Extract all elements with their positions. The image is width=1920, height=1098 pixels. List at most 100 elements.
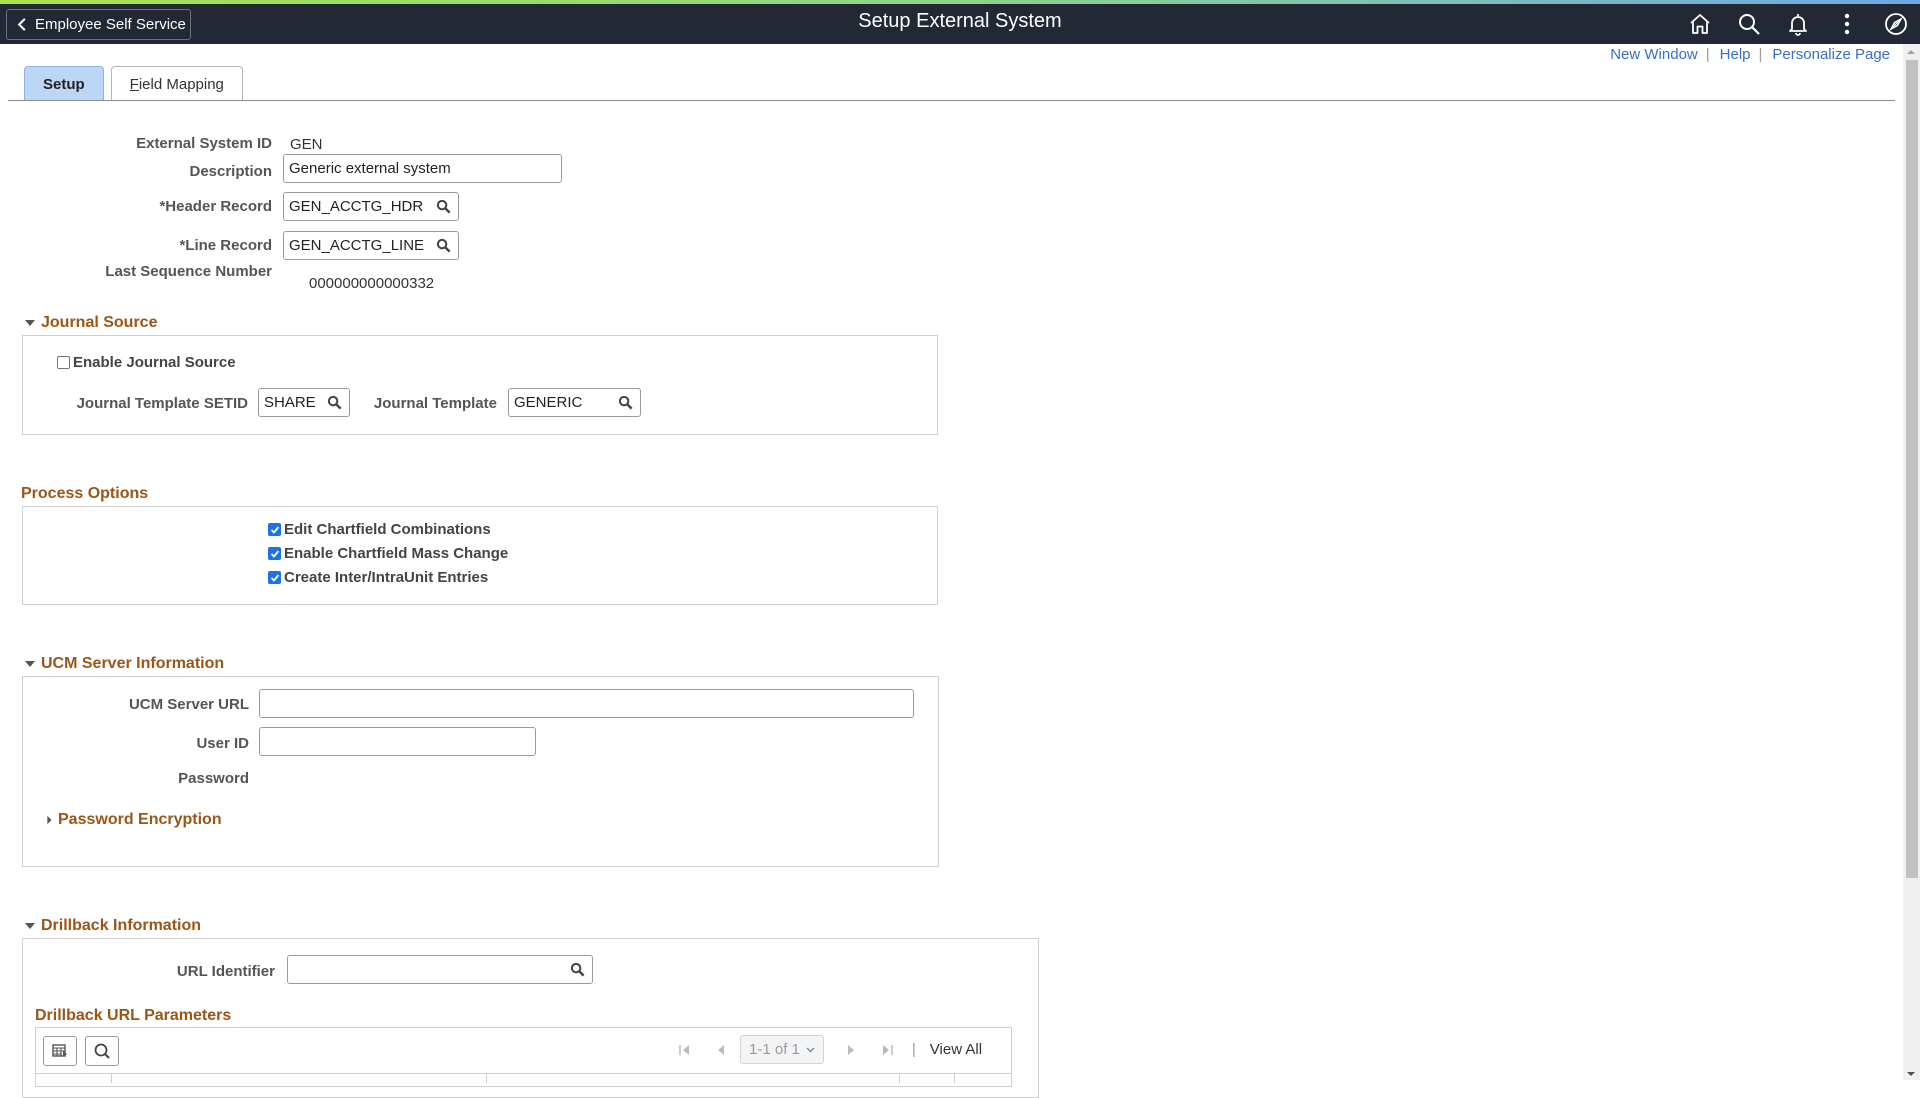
description-input-value: Generic external system [289, 160, 451, 177]
journal-source-box [22, 335, 938, 435]
journal-template-setid-input[interactable]: SHARE [258, 388, 350, 417]
drillback-header[interactable]: Drillback Information [24, 917, 201, 935]
last-sequence-label: Last Sequence Number [105, 263, 272, 280]
grid-column-divider [954, 1073, 955, 1083]
checkbox[interactable] [57, 356, 70, 369]
more-vertical-icon [1844, 13, 1849, 35]
edit-chartfield-combinations-label: Edit Chartfield Combinations [284, 521, 491, 538]
view-all-link[interactable]: View All [930, 1041, 982, 1058]
page-scrollbar[interactable] [1903, 44, 1920, 1080]
bell-icon [1788, 14, 1807, 36]
checkbox[interactable] [268, 571, 281, 584]
header-record-input[interactable]: GEN_ACCTG_HDR [283, 192, 459, 221]
page-range-select[interactable]: 1-1 of 1 [740, 1035, 824, 1064]
checkmark-icon [270, 573, 279, 582]
scroll-up-arrow-icon[interactable] [1907, 50, 1915, 54]
navbar-button[interactable] [1871, 4, 1920, 44]
external-system-id-label: External System ID [136, 135, 272, 152]
collapse-triangle-icon [25, 923, 35, 929]
home-button[interactable] [1675, 4, 1724, 44]
page-range-value: 1-1 of 1 [749, 1041, 800, 1058]
personalize-page-link[interactable]: Personalize Page [1772, 46, 1890, 63]
create-interunit-entries-checkbox[interactable]: Create Inter/IntraUnit Entries [268, 569, 488, 586]
url-identifier-label: URL Identifier [176, 963, 275, 980]
edit-chartfield-combinations-checkbox[interactable]: Edit Chartfield Combinations [268, 521, 491, 538]
previous-page-icon[interactable] [714, 1042, 728, 1058]
enable-chartfield-mass-change-label: Enable Chartfield Mass Change [284, 545, 509, 562]
link-separator: | [1758, 46, 1763, 63]
user-id-input[interactable] [259, 727, 536, 756]
home-icon [1689, 14, 1710, 34]
enable-journal-source-label: Enable Journal Source [73, 354, 236, 371]
next-page-icon[interactable] [844, 1042, 858, 1058]
header-record-lookup-button[interactable] [433, 197, 453, 217]
collapse-triangle-icon [25, 661, 35, 667]
grid-find-button[interactable] [85, 1036, 119, 1066]
grid-personalize-button[interactable] [43, 1036, 77, 1066]
grid-column-divider [899, 1073, 900, 1083]
line-record-label: *Line Record [179, 237, 272, 254]
ucm-server-url-input[interactable] [259, 689, 914, 718]
global-search-button[interactable] [1724, 4, 1773, 44]
line-record-value: GEN_ACCTG_LINE [289, 237, 425, 254]
new-window-link[interactable]: New Window [1610, 46, 1698, 63]
description-input[interactable]: Generic external system [283, 154, 562, 183]
page-links: New Window | Help | Personalize Page [1610, 46, 1890, 63]
tab-setup[interactable]: Setup [24, 66, 104, 101]
create-interunit-entries-label: Create Inter/IntraUnit Entries [284, 569, 489, 586]
drillback-title: Drillback Information [41, 917, 202, 934]
search-icon [94, 1043, 110, 1059]
pager-separator: | [911, 1041, 916, 1058]
grid-pager: 1-1 of 1 | View All [678, 1035, 982, 1064]
link-separator: | [1705, 46, 1710, 63]
ucm-server-header[interactable]: UCM Server Information [24, 655, 224, 673]
description-label: Description [189, 163, 272, 180]
journal-template-lookup-button[interactable] [615, 393, 635, 413]
help-link[interactable]: Help [1720, 46, 1751, 63]
search-icon [570, 962, 584, 977]
journal-source-header[interactable]: Journal Source [24, 314, 157, 332]
checkbox[interactable] [268, 547, 281, 560]
search-icon [327, 395, 341, 410]
header-accent-bar [0, 0, 1920, 4]
journal-template-input[interactable]: GENERIC [508, 388, 641, 417]
enable-journal-source-checkbox[interactable]: Enable Journal Source [57, 354, 236, 371]
last-page-icon[interactable] [880, 1042, 894, 1058]
actions-menu-button[interactable] [1822, 4, 1871, 44]
tab-divider [8, 100, 1895, 101]
last-sequence-value: 000000000000332 [309, 275, 435, 292]
journal-template-setid-lookup-button[interactable] [324, 393, 344, 413]
checkbox[interactable] [268, 523, 281, 536]
drillback-url-params-title: Drillback URL Parameters [35, 1007, 232, 1024]
header-record-label: *Header Record [159, 198, 272, 215]
tab-field-mapping[interactable]: Field Mapping [110, 66, 243, 101]
compass-icon [1884, 13, 1907, 35]
line-record-input[interactable]: GEN_ACCTG_LINE [283, 231, 459, 260]
tab-setup-label: Setup [43, 75, 85, 93]
enable-chartfield-mass-change-checkbox[interactable]: Enable Chartfield Mass Change [268, 545, 508, 562]
first-page-icon[interactable] [678, 1042, 692, 1058]
ucm-server-title: UCM Server Information [41, 655, 225, 672]
line-record-lookup-button[interactable] [433, 236, 453, 256]
password-encryption-header[interactable]: Password Encryption [45, 811, 222, 829]
search-icon [436, 238, 450, 253]
url-identifier-input[interactable] [287, 955, 593, 984]
notifications-button[interactable] [1773, 4, 1822, 44]
tab-field-mapping-label: Field Mapping [129, 75, 224, 93]
app-header: Employee Self Service Setup External Sys… [0, 0, 1920, 44]
checkmark-icon [270, 525, 279, 534]
scrollbar-thumb[interactable] [1906, 60, 1918, 878]
ucm-server-url-label: UCM Server URL [128, 696, 249, 713]
url-identifier-lookup-button[interactable] [567, 960, 587, 980]
search-icon [618, 395, 632, 410]
search-icon [436, 199, 450, 214]
scroll-down-arrow-icon[interactable] [1907, 1072, 1915, 1076]
drillback-url-params-header: Drillback URL Parameters [35, 1007, 231, 1025]
collapse-triangle-icon [25, 320, 35, 326]
journal-template-setid-label: Journal Template SETID [76, 395, 248, 412]
journal-template-setid-value: SHARE [264, 394, 316, 411]
journal-template-value: GENERIC [514, 394, 583, 411]
grid-header-divider [35, 1073, 1012, 1074]
checkmark-icon [270, 549, 279, 558]
expand-triangle-icon [47, 815, 52, 825]
